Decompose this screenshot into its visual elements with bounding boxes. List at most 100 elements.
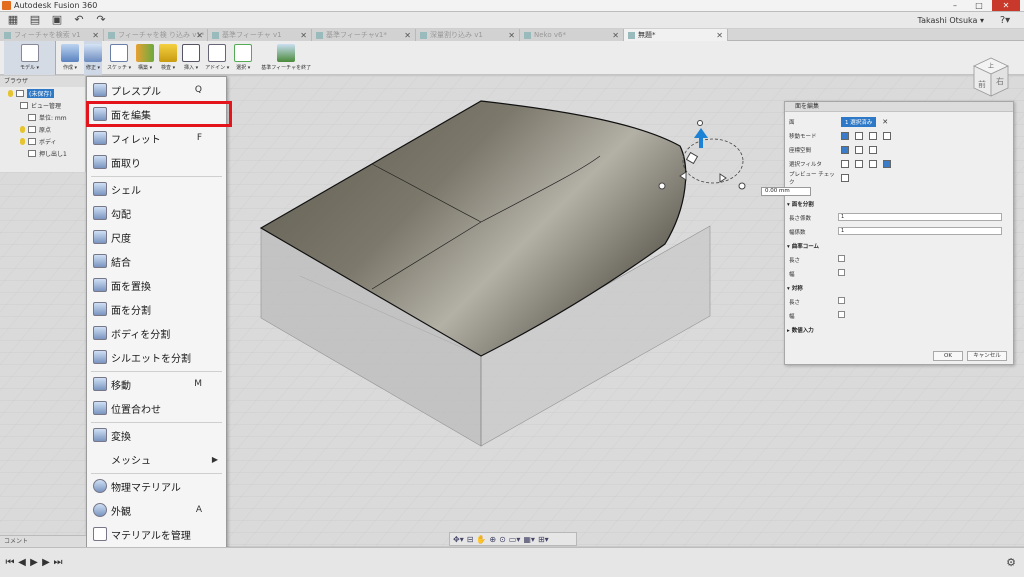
user-menu[interactable]: Takashi Otsuka ▾ bbox=[918, 16, 985, 25]
tab-0[interactable]: フィーチャを検索 v1 ✕ bbox=[0, 29, 104, 41]
browser-row-bodies[interactable]: ボディ bbox=[0, 135, 85, 147]
tab-1[interactable]: フィーチャを検 り込み v1* ✕ bbox=[104, 29, 208, 41]
coord-option-icon[interactable] bbox=[855, 146, 863, 154]
help-icon[interactable]: ?▾ bbox=[994, 14, 1016, 27]
close-tab-icon[interactable]: ✕ bbox=[716, 31, 723, 40]
browser-row-root[interactable]: (未保存) bbox=[0, 87, 85, 99]
menu-item-presspull[interactable]: プレスプル Q bbox=[87, 79, 226, 101]
menu-item-align[interactable]: 位置合わせ bbox=[87, 397, 226, 419]
menu-item-convert[interactable]: 変換 bbox=[87, 424, 226, 446]
close-tab-icon[interactable]: ✕ bbox=[300, 31, 307, 40]
viewports-icon[interactable]: ⊞▾ bbox=[538, 535, 549, 544]
browser-row-origin[interactable]: 原点 bbox=[0, 123, 85, 135]
addins-menu-button[interactable]: アドイン ▾ bbox=[205, 41, 229, 75]
preview-check-icon[interactable] bbox=[841, 174, 849, 182]
comb-length-checkbox[interactable] bbox=[838, 255, 845, 262]
view-cube[interactable]: 上 前 右 bbox=[966, 52, 1016, 108]
fit-icon[interactable]: ⊙ bbox=[499, 535, 506, 544]
undo-icon[interactable]: ↶ bbox=[70, 13, 88, 27]
close-tab-icon[interactable]: ✕ bbox=[196, 31, 203, 40]
menu-item-shell[interactable]: シェル bbox=[87, 178, 226, 200]
settings-gear-icon[interactable]: ⚙ bbox=[1006, 556, 1016, 569]
close-tab-icon[interactable]: ✕ bbox=[508, 31, 515, 40]
move-mode-option-icon[interactable] bbox=[855, 132, 863, 140]
sketch-menu-button[interactable]: スケッチ ▾ bbox=[107, 41, 131, 75]
menu-item-scale[interactable]: 尺度 bbox=[87, 226, 226, 248]
sym-length-checkbox[interactable] bbox=[838, 297, 845, 304]
coord-option-icon[interactable] bbox=[869, 146, 877, 154]
step-forward-icon[interactable]: ▶ bbox=[40, 557, 52, 568]
move-mode-option-icon[interactable] bbox=[841, 132, 849, 140]
menu-item-silhouette-split[interactable]: シルエットを分割 bbox=[87, 346, 226, 368]
zoom-icon[interactable]: ⊕ bbox=[489, 535, 496, 544]
tab-6-active[interactable]: 無題* ✕ bbox=[624, 29, 728, 41]
browser-row-views[interactable]: ビュー管理 bbox=[0, 99, 85, 111]
display-settings-icon[interactable]: ▭▾ bbox=[509, 535, 521, 544]
section-numeric-input[interactable]: ▸ 数値入力 bbox=[787, 326, 814, 334]
move-mode-option-icon[interactable] bbox=[869, 132, 877, 140]
menu-item-replace-face[interactable]: 面を置換 bbox=[87, 274, 226, 296]
menu-item-draft[interactable]: 勾配 bbox=[87, 202, 226, 224]
cancel-button[interactable]: キャンセル bbox=[967, 351, 1007, 361]
coord-option-icon[interactable] bbox=[841, 146, 849, 154]
close-button[interactable]: ✕ bbox=[992, 0, 1020, 11]
width-factor-input[interactable]: 1 bbox=[838, 227, 1002, 235]
offset-distance-input[interactable]: 0.00 mm bbox=[761, 187, 811, 196]
visibility-bulb-icon[interactable] bbox=[20, 137, 25, 145]
minimize-button[interactable]: – bbox=[944, 0, 966, 11]
pan-icon[interactable]: ✋ bbox=[476, 535, 486, 544]
orbit-icon[interactable]: ✥▾ bbox=[453, 535, 464, 544]
ok-button[interactable]: OK bbox=[933, 351, 963, 361]
go-to-start-icon[interactable]: ⏮ bbox=[4, 557, 16, 568]
menu-item-mesh[interactable]: メッシュ ▶ bbox=[87, 448, 226, 470]
menu-item-chamfer[interactable]: 面取り bbox=[87, 151, 226, 173]
redo-icon[interactable]: ↷ bbox=[92, 13, 110, 27]
sym-width-checkbox[interactable] bbox=[838, 311, 845, 318]
filter-option-icon[interactable] bbox=[841, 160, 849, 168]
save-icon[interactable]: ▣ bbox=[48, 13, 66, 27]
file-menu-icon[interactable]: ▤ bbox=[26, 13, 44, 27]
close-tab-icon[interactable]: ✕ bbox=[404, 31, 411, 40]
menu-item-split-body[interactable]: ボディを分割 bbox=[87, 322, 226, 344]
move-mode-option-icon[interactable] bbox=[883, 132, 891, 140]
grid-settings-icon[interactable]: ▦▾ bbox=[523, 535, 535, 544]
menu-item-move[interactable]: 移動 M bbox=[87, 373, 226, 395]
menu-item-combine[interactable]: 結合 bbox=[87, 250, 226, 272]
tab-4[interactable]: 深量割り込み v1 ✕ bbox=[416, 29, 520, 41]
app-grid-icon[interactable]: ▦ bbox=[4, 13, 22, 27]
menu-item-appearance[interactable]: 外観 A bbox=[87, 499, 226, 521]
filter-option-icon[interactable] bbox=[883, 160, 891, 168]
menu-item-split-face[interactable]: 面を分割 bbox=[87, 298, 226, 320]
look-at-icon[interactable]: ⊟ bbox=[467, 535, 474, 544]
construct-menu-button[interactable]: 構築 ▾ bbox=[136, 41, 155, 75]
workspace-switcher[interactable]: モデル ▾ bbox=[4, 41, 56, 75]
section-symmetry[interactable]: ▾ 対称 bbox=[787, 284, 803, 292]
tab-2[interactable]: 基準フィーチャ v1 ✕ bbox=[208, 29, 312, 41]
menu-item-fillet[interactable]: フィレット F bbox=[87, 127, 226, 149]
insert-menu-button[interactable]: 挿入 ▾ bbox=[182, 41, 201, 75]
comb-width-checkbox[interactable] bbox=[838, 269, 845, 276]
close-tab-icon[interactable]: ✕ bbox=[612, 31, 619, 40]
face-select-button[interactable]: 1 選択済み bbox=[841, 117, 877, 127]
filter-option-icon[interactable] bbox=[869, 160, 877, 168]
play-icon[interactable]: ▶ bbox=[28, 557, 40, 568]
modify-menu-button[interactable]: 修正 ▾ bbox=[84, 41, 102, 75]
browser-row-units[interactable]: 単位: mm bbox=[0, 111, 85, 123]
inspect-menu-button[interactable]: 検査 ▾ bbox=[159, 41, 178, 75]
visibility-bulb-icon[interactable] bbox=[8, 89, 13, 97]
menu-item-physical-material[interactable]: 物理マテリアル bbox=[87, 475, 226, 497]
tab-5[interactable]: Neko v6* ✕ bbox=[520, 29, 624, 41]
clear-selection-icon[interactable]: ✕ bbox=[882, 118, 888, 126]
visibility-bulb-icon[interactable] bbox=[20, 125, 25, 133]
tab-3[interactable]: 基準フィーチャv1* ✕ bbox=[312, 29, 416, 41]
select-menu-button[interactable]: 選択 ▾ bbox=[234, 41, 253, 75]
step-back-icon[interactable]: ◀ bbox=[16, 557, 28, 568]
close-tab-icon[interactable]: ✕ bbox=[92, 31, 99, 40]
create-menu-button[interactable]: 作成 ▾ bbox=[61, 41, 79, 75]
filter-option-icon[interactable] bbox=[855, 160, 863, 168]
length-factor-input[interactable]: 1 bbox=[838, 213, 1002, 221]
browser-row-extrude[interactable]: 押し出し1 bbox=[0, 147, 85, 159]
maximize-button[interactable]: □ bbox=[968, 0, 990, 11]
section-split-face[interactable]: ▾ 面を分割 bbox=[787, 200, 814, 208]
comment-panel[interactable]: コメント bbox=[0, 535, 86, 547]
